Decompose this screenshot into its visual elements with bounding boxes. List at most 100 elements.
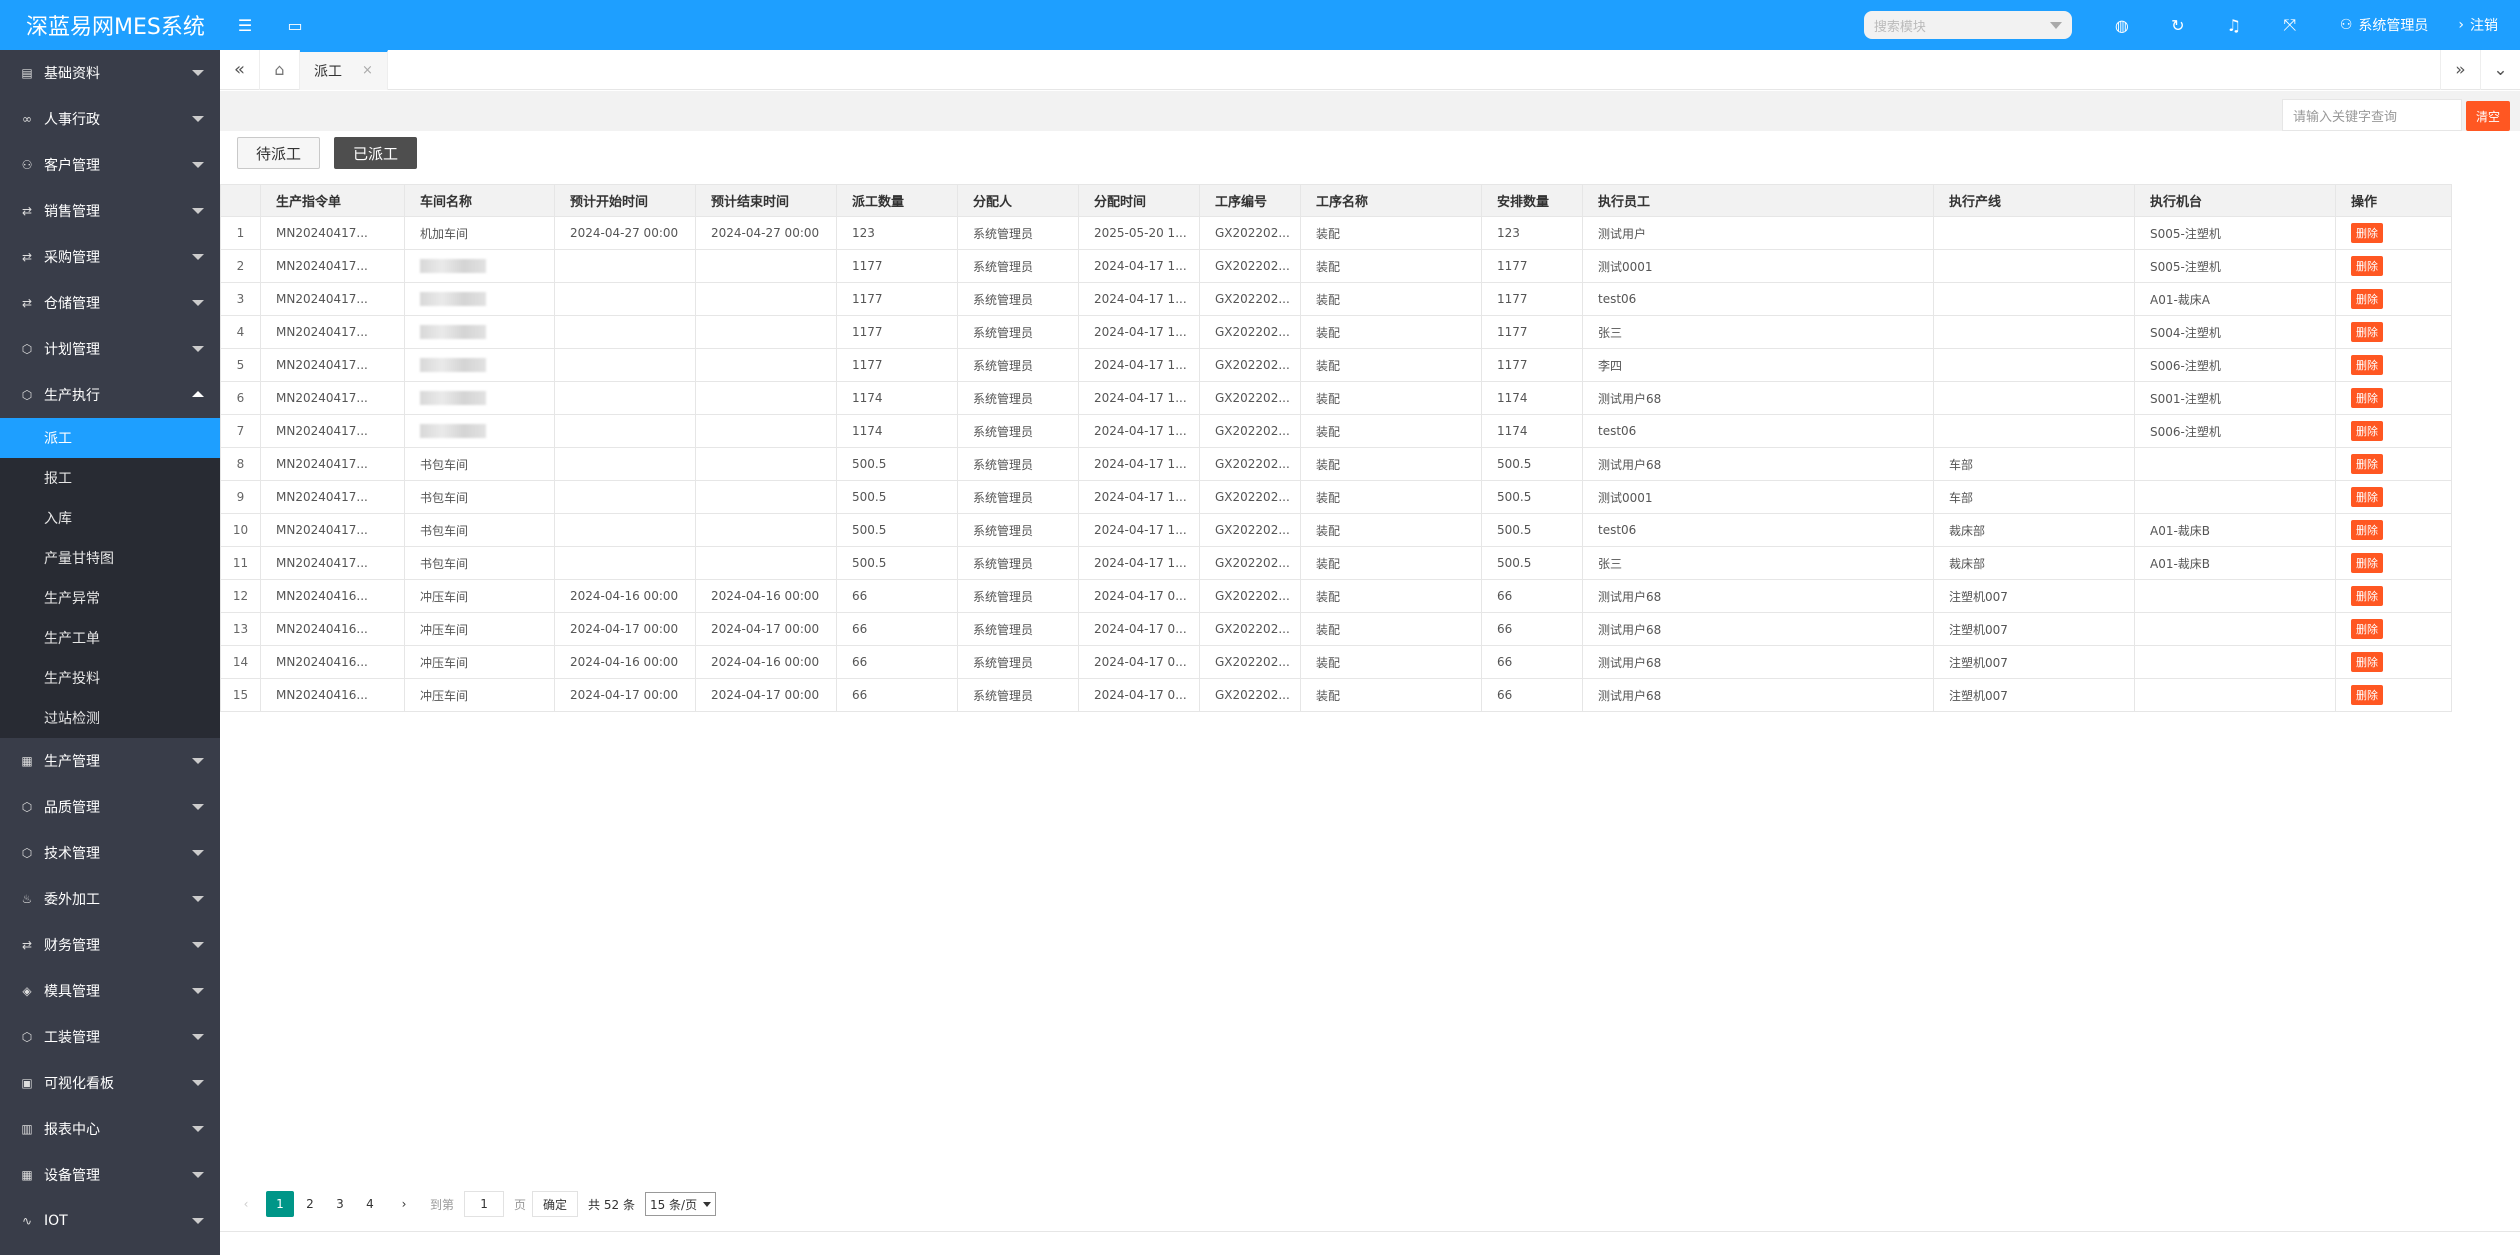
sidebar-subitem[interactable]: 生产异常 <box>0 578 220 618</box>
delete-button[interactable]: 删除 <box>2351 289 2383 309</box>
delete-button[interactable]: 删除 <box>2351 322 2383 342</box>
refresh-icon[interactable]: ↻ <box>2150 0 2206 50</box>
delete-button[interactable]: 删除 <box>2351 685 2383 705</box>
table-row[interactable]: 14 MN20240416... 冲压车间 2024-04-16 00:00 2024-… <box>220 645 2452 679</box>
sidebar-item[interactable]: ⇄ 销售管理 <box>0 188 220 234</box>
table-row[interactable]: 2 MN20240417... 1177 系统管理员 2024-04-17 1... GX… <box>220 249 2452 283</box>
logout-button[interactable]: › 注销 <box>2450 0 2520 50</box>
table-row[interactable]: 3 MN20240417... 1177 系统管理员 2024-04-17 1... GX… <box>220 282 2452 316</box>
sidebar-subitem[interactable]: 入库 <box>0 498 220 538</box>
page-number[interactable]: 3 <box>326 1191 354 1217</box>
sidebar-subitem[interactable]: 产量甘特图 <box>0 538 220 578</box>
next-page-icon[interactable]: › <box>390 1191 418 1217</box>
table-cell: MN20240417... <box>260 249 405 283</box>
sidebar-item[interactable]: ▦ 生产管理 <box>0 738 220 784</box>
table-row[interactable]: 13 MN20240416... 冲压车间 2024-04-17 00:00 2024-… <box>220 612 2452 646</box>
delete-button[interactable]: 删除 <box>2351 520 2383 540</box>
table-cell: 2024-04-16 00:00 <box>695 579 837 613</box>
sidebar-subitem[interactable]: 过站检测 <box>0 698 220 738</box>
sidebar-subitem[interactable]: 报工 <box>0 458 220 498</box>
page-number[interactable]: 2 <box>296 1191 324 1217</box>
sidebar-item[interactable]: ▣ 可视化看板 <box>0 1060 220 1106</box>
action-cell: 删除 <box>2335 249 2452 283</box>
user-menu[interactable]: ⚇ 系统管理员 <box>2318 0 2451 50</box>
table-row[interactable]: 5 MN20240417... 1177 系统管理员 2024-04-17 1... GX… <box>220 348 2452 382</box>
delete-button[interactable]: 删除 <box>2351 652 2383 672</box>
sidebar-item[interactable]: ◈ 模具管理 <box>0 968 220 1014</box>
sidebar-item[interactable]: ⇄ 财务管理 <box>0 922 220 968</box>
page-number[interactable]: 1 <box>266 1191 294 1217</box>
table-cell: 4 <box>220 315 261 349</box>
table-row[interactable]: 1 MN20240417... 机加车间 2024-04-27 00:00 2024-0… <box>220 216 2452 250</box>
delete-button[interactable]: 删除 <box>2351 586 2383 606</box>
table-row[interactable]: 9 MN20240417... 书包车间 500.5 系统管理员 2024-04-17 1… <box>220 480 2452 514</box>
delete-button[interactable]: 删除 <box>2351 619 2383 639</box>
globe-icon[interactable]: ◍ <box>2094 0 2150 50</box>
sidebar-item[interactable]: ⬡ 计划管理 <box>0 326 220 372</box>
clear-button[interactable]: 清空 <box>2466 101 2510 131</box>
chevron-down-icon <box>192 758 204 764</box>
delete-button[interactable]: 删除 <box>2351 487 2383 507</box>
sidebar-subitem[interactable]: 生产工单 <box>0 618 220 658</box>
sidebar-item[interactable]: ⬡ 品质管理 <box>0 784 220 830</box>
goto-page-input[interactable]: 1 <box>464 1191 505 1217</box>
sidebar-item[interactable]: ▤ 基础资料 <box>0 50 220 96</box>
close-icon[interactable]: × <box>362 63 373 78</box>
sidebar-item[interactable]: ∿ IOT <box>0 1198 220 1244</box>
table-row[interactable]: 12 MN20240416... 冲压车间 2024-04-16 00:00 2024-… <box>220 579 2452 613</box>
table-cell: 2024-04-17 00:00 <box>554 678 696 712</box>
dispatch-table: 生产指令单 车间名称 预计开始时间 预计结束时间 派工数量 分配人 分配时间 工序编号 工序名称… <box>220 184 2520 712</box>
sidebar-group-production-exec[interactable]: ⬡ 生产执行 <box>0 372 220 418</box>
sidebar-item[interactable]: ⬡ 工装管理 <box>0 1014 220 1060</box>
sidebar-item[interactable]: ▦ 设备管理 <box>0 1152 220 1198</box>
table-cell: 装配 <box>1300 381 1482 415</box>
cube-icon: ⬡ <box>21 800 33 814</box>
sidebar-subitem[interactable]: 派工 <box>0 418 220 458</box>
delete-button[interactable]: 删除 <box>2351 256 2383 276</box>
page-number[interactable]: 4 <box>356 1191 384 1217</box>
goto-confirm-button[interactable]: 确定 <box>532 1191 579 1217</box>
sidebar-item[interactable]: ⇄ 采购管理 <box>0 234 220 280</box>
tabs-scroll-right-icon[interactable]: » <box>2440 50 2480 90</box>
home-icon[interactable]: ⌂ <box>260 49 300 90</box>
delete-button[interactable]: 删除 <box>2351 223 2383 243</box>
keyword-search-input[interactable]: 请输入关键字查询 <box>2282 99 2462 131</box>
chart-icon: ▦ <box>21 754 33 768</box>
table-cell: 1174 <box>1481 381 1583 415</box>
delete-button[interactable]: 删除 <box>2351 355 2383 375</box>
sidebar-item[interactable]: ⇄ 仓储管理 <box>0 280 220 326</box>
sidebar-item[interactable]: ⚇ 客户管理 <box>0 142 220 188</box>
prev-page-icon[interactable]: ‹ <box>232 1191 260 1217</box>
page-size-select[interactable]: 15 条/页 <box>644 1192 717 1216</box>
sidebar-item[interactable]: ▥ 报表中心 <box>0 1106 220 1152</box>
sidebar-item[interactable]: ∞ 人事行政 <box>0 96 220 142</box>
sidebar-item[interactable]: ♨ 委外加工 <box>0 876 220 922</box>
sidebar-subitem[interactable]: 生产投料 <box>0 658 220 698</box>
fullscreen-icon[interactable]: ⤧ <box>2262 0 2318 50</box>
delete-button[interactable]: 删除 <box>2351 421 2383 441</box>
sidebar-item-label: 委外加工 <box>44 892 100 908</box>
delete-button[interactable]: 删除 <box>2351 553 2383 573</box>
table-cell: 装配 <box>1300 579 1482 613</box>
chevron-down-icon <box>192 162 204 168</box>
table-row[interactable]: 7 MN20240417... 1174 系统管理员 2024-04-17 1... GX… <box>220 414 2452 448</box>
menu-toggle-icon[interactable]: ☰ <box>220 0 270 50</box>
table-cell: 2024-04-27 00:00 <box>695 216 837 250</box>
module-search-select[interactable]: 搜索模块 <box>1863 11 2072 39</box>
table-row[interactable]: 6 MN20240417... 1174 系统管理员 2024-04-17 1... GX… <box>220 381 2452 415</box>
table-row[interactable]: 15 MN20240416... 冲压车间 2024-04-17 00:00 2024-… <box>220 678 2452 712</box>
delete-button[interactable]: 删除 <box>2351 388 2383 408</box>
table-row[interactable]: 10 MN20240417... 书包车间 500.5 系统管理员 2024-04-17 … <box>220 513 2452 547</box>
dispatched-button[interactable]: 已派工 <box>334 137 418 169</box>
sidebar-item[interactable]: ⬡ 技术管理 <box>0 830 220 876</box>
tabs-menu-chevron-down-icon[interactable]: ⌄ <box>2480 50 2520 90</box>
table-row[interactable]: 11 MN20240417... 书包车间 500.5 系统管理员 2024-04-17 … <box>220 546 2452 580</box>
tabs-scroll-left-icon[interactable]: « <box>220 49 260 90</box>
table-row[interactable]: 8 MN20240417... 书包车间 500.5 系统管理员 2024-04-17 1… <box>220 447 2452 481</box>
window-icon[interactable]: ▭ <box>270 0 320 50</box>
delete-button[interactable]: 删除 <box>2351 454 2383 474</box>
tab-dispatch[interactable]: 派工 × <box>300 49 388 90</box>
bell-icon[interactable]: ♫ <box>2206 0 2262 50</box>
table-row[interactable]: 4 MN20240417... 1177 系统管理员 2024-04-17 1... GX… <box>220 315 2452 349</box>
pending-dispatch-button[interactable]: 待派工 <box>237 137 321 169</box>
